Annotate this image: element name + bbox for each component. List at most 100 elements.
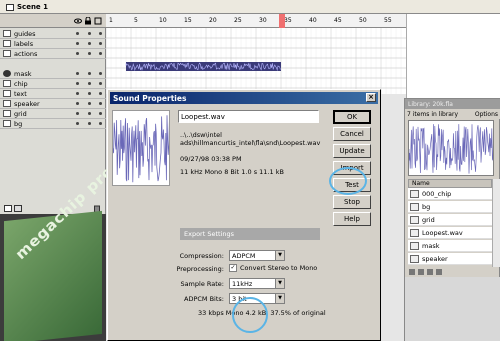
frame-ruler[interactable]: 151015202530354045505560 bbox=[106, 14, 417, 28]
close-button[interactable]: × bbox=[366, 93, 376, 102]
layer-toggles[interactable] bbox=[76, 92, 106, 95]
frame-number: 10 bbox=[159, 17, 167, 24]
layer-row-mask[interactable]: mask bbox=[0, 69, 106, 79]
symbol-icon bbox=[410, 241, 419, 250]
scene-icon bbox=[6, 4, 14, 11]
library-item[interactable]: Loopest.wav bbox=[408, 227, 492, 239]
layer-toggles[interactable] bbox=[76, 82, 106, 85]
layer-icon bbox=[3, 40, 11, 47]
lock-icon[interactable] bbox=[84, 17, 92, 25]
chevron-down-icon: ▼ bbox=[275, 279, 284, 288]
chevron-down-icon: ▼ bbox=[275, 251, 284, 260]
frame-number: 20 bbox=[209, 17, 217, 24]
layer-row-actions[interactable]: actions bbox=[0, 49, 106, 59]
convert-mono-checkbox[interactable]: ✓ bbox=[229, 264, 237, 272]
new-folder-icon[interactable] bbox=[418, 269, 424, 275]
symbol-icon bbox=[410, 228, 419, 237]
layer-row-labels[interactable]: labels bbox=[0, 39, 106, 49]
chevron-down-icon: ▼ bbox=[275, 294, 284, 303]
library-title[interactable]: Library: 20k.fla bbox=[405, 99, 500, 109]
timeline-extension bbox=[406, 14, 500, 98]
scene-tab-label: Scene 1 bbox=[17, 3, 48, 11]
library-item[interactable]: 000_chip bbox=[408, 188, 492, 200]
layer-row-text[interactable]: text bbox=[0, 89, 106, 99]
layer-toggles[interactable] bbox=[76, 42, 106, 45]
layer-toggles[interactable] bbox=[76, 32, 106, 35]
scene-tab[interactable]: Scene 1 bbox=[2, 1, 52, 13]
outline-icon[interactable] bbox=[94, 17, 102, 25]
dialog-titlebar[interactable]: Sound Properties × bbox=[110, 92, 378, 104]
add-layer-icon[interactable] bbox=[4, 205, 12, 212]
frame-number: 50 bbox=[359, 17, 367, 24]
guide-icon bbox=[3, 30, 11, 37]
layer-row-chip[interactable]: chip bbox=[0, 79, 106, 89]
frame-number: 35 bbox=[284, 17, 292, 24]
ok-button[interactable]: OK bbox=[333, 110, 371, 124]
layer-name: chip bbox=[14, 79, 28, 88]
symbol-icon bbox=[410, 202, 419, 211]
layer-toggles[interactable] bbox=[76, 52, 106, 55]
help-button[interactable]: Help bbox=[333, 212, 371, 226]
adpcm-bits-label: ADPCM Bits: bbox=[184, 295, 224, 303]
compression-value: ADPCM bbox=[232, 251, 256, 260]
layer-row-speaker[interactable]: speaker bbox=[0, 99, 106, 109]
layer-name: grid bbox=[14, 109, 27, 118]
library-name-header[interactable]: Name bbox=[408, 179, 492, 188]
layer-icon bbox=[3, 80, 11, 87]
add-guide-icon[interactable] bbox=[14, 205, 22, 212]
frame-number: 45 bbox=[334, 17, 342, 24]
new-symbol-icon[interactable] bbox=[409, 269, 415, 275]
sound-name-field[interactable]: Loopest.wav bbox=[178, 110, 319, 123]
layer-toggles[interactable] bbox=[76, 112, 106, 115]
frame-number: 40 bbox=[309, 17, 317, 24]
layer-toggles[interactable] bbox=[76, 122, 106, 125]
library-item-label: Loopest.wav bbox=[422, 228, 463, 237]
layer-row-grid[interactable]: grid bbox=[0, 109, 106, 119]
layer-icon bbox=[3, 50, 11, 57]
properties-icon[interactable] bbox=[427, 269, 433, 275]
layer-name: labels bbox=[14, 39, 34, 48]
compression-select[interactable]: ADPCM ▼ bbox=[229, 250, 285, 261]
waveform-preview bbox=[112, 110, 170, 186]
library-options[interactable]: Options bbox=[475, 111, 498, 118]
format-text: 11 kHz Mono 8 Bit 1.0 s 11.1 kB bbox=[180, 168, 284, 176]
frame-grid[interactable] bbox=[106, 28, 406, 94]
mask-icon bbox=[3, 70, 11, 77]
library-panel: Library: 20k.fla 7 items in library Opti… bbox=[404, 98, 500, 341]
library-empty-area bbox=[405, 277, 500, 341]
sample-rate-select[interactable]: 11kHz ▼ bbox=[229, 278, 285, 289]
dialog-title: Sound Properties bbox=[113, 93, 187, 103]
path-line-1: ..\..\dsw\intel bbox=[180, 131, 222, 139]
test-highlight-circle bbox=[329, 167, 367, 195]
library-scrollbar[interactable] bbox=[492, 179, 500, 267]
library-item[interactable]: mask bbox=[408, 240, 492, 252]
layer-header bbox=[0, 14, 106, 28]
delete-icon[interactable] bbox=[436, 269, 442, 275]
layer-icon bbox=[3, 110, 11, 117]
date-text: 09/27/98 03:38 PM bbox=[180, 155, 242, 163]
sample-rate-label: Sample Rate: bbox=[180, 280, 224, 288]
library-subheader: 7 items in library Options bbox=[405, 109, 500, 119]
library-item[interactable]: bg bbox=[408, 201, 492, 213]
library-item-label: bg bbox=[422, 202, 431, 211]
layer-icon bbox=[3, 120, 11, 127]
library-item[interactable]: grid bbox=[408, 214, 492, 226]
layer-name: guides bbox=[14, 29, 36, 38]
update-button[interactable]: Update bbox=[333, 144, 371, 158]
playhead[interactable] bbox=[279, 14, 285, 28]
layer-toggles[interactable] bbox=[76, 72, 106, 75]
eye-icon[interactable] bbox=[74, 17, 82, 25]
symbol-icon bbox=[410, 189, 419, 198]
scene-bar: Scene 1 bbox=[0, 0, 500, 14]
cancel-button[interactable]: Cancel bbox=[333, 127, 371, 141]
path-line-2: ads\hillmancurtis_intel\fla\snd\Loopest.… bbox=[180, 139, 321, 147]
layer-row-guides[interactable]: guides bbox=[0, 29, 106, 39]
layer-toggles[interactable] bbox=[76, 102, 106, 105]
layer-row-bg[interactable]: bg bbox=[0, 119, 106, 129]
timeline[interactable]: 151015202530354045505560 bbox=[106, 14, 417, 94]
library-item-label: speaker bbox=[422, 254, 448, 263]
frame-number: 55 bbox=[384, 17, 392, 24]
stop-button[interactable]: Stop bbox=[333, 195, 371, 209]
library-item[interactable]: speaker bbox=[408, 253, 492, 265]
layer-name: mask bbox=[14, 69, 32, 78]
